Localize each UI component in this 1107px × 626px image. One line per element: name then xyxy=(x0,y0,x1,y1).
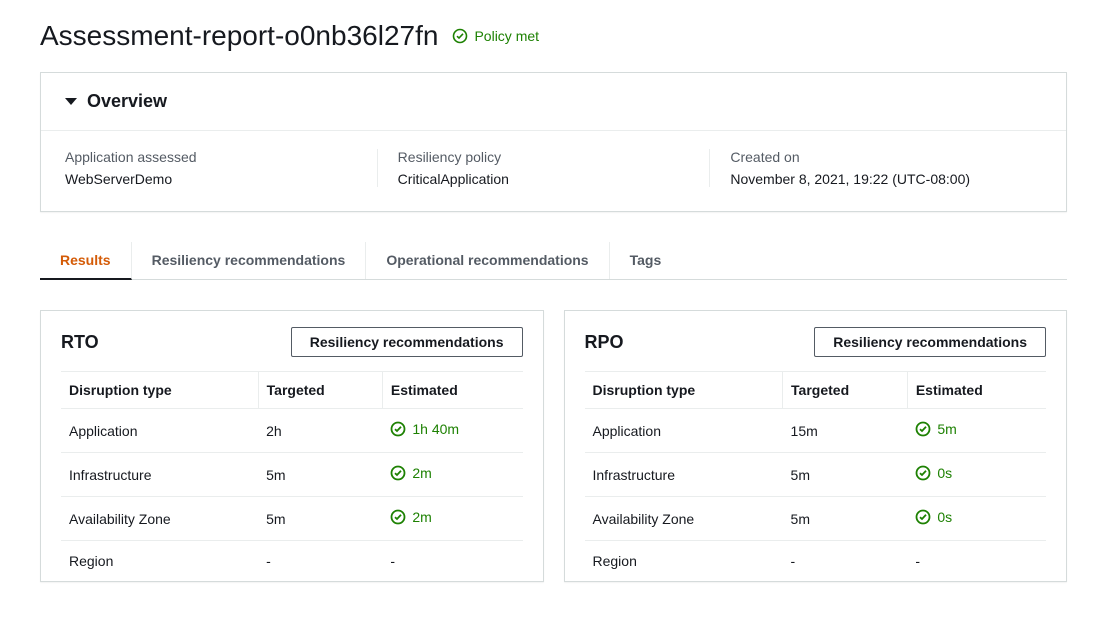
overview-label: Resiliency policy xyxy=(398,149,690,165)
col-targeted: Targeted xyxy=(783,372,908,409)
rpo-recommendations-button[interactable]: Resiliency recommendations xyxy=(814,327,1046,357)
overview-field-created: Created on November 8, 2021, 19:22 (UTC-… xyxy=(730,149,1042,187)
cell-targeted: 5m xyxy=(783,497,908,541)
tab-results[interactable]: Results xyxy=(40,242,132,280)
overview-title: Overview xyxy=(87,91,167,112)
cell-type: Application xyxy=(61,409,258,453)
cell-estimated: 5m xyxy=(907,409,1046,453)
rto-table: Disruption type Targeted Estimated Appli… xyxy=(61,371,523,581)
title-row: Assessment-report-o0nb36l27fn Policy met xyxy=(40,20,1067,52)
table-row: Infrastructure 5m 2m xyxy=(61,453,523,497)
cell-targeted: 2h xyxy=(258,409,382,453)
cell-estimated-value: 1h 40m xyxy=(412,421,459,437)
table-row: Infrastructure 5m 0s xyxy=(585,453,1047,497)
tab-operational-recommendations[interactable]: Operational recommendations xyxy=(366,242,609,279)
overview-body: Application assessed WebServerDemo Resil… xyxy=(41,131,1066,211)
col-disruption-type: Disruption type xyxy=(61,372,258,409)
table-row: Region - - xyxy=(61,541,523,582)
cell-estimated: - xyxy=(907,541,1046,582)
cell-estimated: 0s xyxy=(907,453,1046,497)
check-circle-icon xyxy=(915,509,931,525)
overview-field-policy: Resiliency policy CriticalApplication xyxy=(398,149,711,187)
col-estimated: Estimated xyxy=(907,372,1046,409)
caret-down-icon xyxy=(65,98,77,105)
overview-field-application: Application assessed WebServerDemo xyxy=(65,149,378,187)
cell-type: Availability Zone xyxy=(61,497,258,541)
cell-type: Region xyxy=(585,541,783,582)
table-row: Region - - xyxy=(585,541,1047,582)
rpo-panel-header: RPO Resiliency recommendations xyxy=(585,327,1047,357)
cell-targeted: 5m xyxy=(783,453,908,497)
cell-targeted: 5m xyxy=(258,497,382,541)
check-circle-icon xyxy=(390,509,406,525)
cell-estimated: - xyxy=(382,541,522,582)
table-row: Availability Zone 5m 2m xyxy=(61,497,523,541)
cell-estimated-value: 0s xyxy=(937,465,952,481)
overview-value: November 8, 2021, 19:22 (UTC-08:00) xyxy=(730,171,1022,187)
rpo-table: Disruption type Targeted Estimated Appli… xyxy=(585,371,1047,581)
overview-label: Created on xyxy=(730,149,1022,165)
cell-estimated: 0s xyxy=(907,497,1046,541)
cell-estimated: 1h 40m xyxy=(382,409,522,453)
table-row: Application 2h 1h 40m xyxy=(61,409,523,453)
cell-type: Infrastructure xyxy=(61,453,258,497)
results-panels: RTO Resiliency recommendations Disruptio… xyxy=(40,310,1067,582)
check-circle-icon xyxy=(915,465,931,481)
cell-estimated-value: 2m xyxy=(412,465,431,481)
cell-estimated: 2m xyxy=(382,497,522,541)
rto-recommendations-button[interactable]: Resiliency recommendations xyxy=(291,327,523,357)
col-estimated: Estimated xyxy=(382,372,522,409)
cell-type: Application xyxy=(585,409,783,453)
cell-type: Availability Zone xyxy=(585,497,783,541)
page-title: Assessment-report-o0nb36l27fn xyxy=(40,20,438,52)
rto-panel-header: RTO Resiliency recommendations xyxy=(61,327,523,357)
assessment-report-page: Assessment-report-o0nb36l27fn Policy met… xyxy=(0,0,1107,602)
check-circle-icon xyxy=(915,421,931,437)
overview-label: Application assessed xyxy=(65,149,357,165)
tabs: Results Resiliency recommendations Opera… xyxy=(40,242,1067,280)
overview-header[interactable]: Overview xyxy=(41,73,1066,131)
policy-status: Policy met xyxy=(452,28,539,44)
cell-targeted: 15m xyxy=(783,409,908,453)
cell-targeted: - xyxy=(783,541,908,582)
rpo-panel: RPO Resiliency recommendations Disruptio… xyxy=(564,310,1068,582)
rto-title: RTO xyxy=(61,332,99,353)
overview-value: CriticalApplication xyxy=(398,171,690,187)
cell-targeted: 5m xyxy=(258,453,382,497)
rpo-title: RPO xyxy=(585,332,624,353)
cell-estimated-value: 5m xyxy=(937,421,956,437)
rto-panel: RTO Resiliency recommendations Disruptio… xyxy=(40,310,544,582)
policy-status-text: Policy met xyxy=(474,28,539,44)
cell-estimated-value: 0s xyxy=(937,509,952,525)
tab-tags[interactable]: Tags xyxy=(610,242,682,279)
cell-estimated-value: 2m xyxy=(412,509,431,525)
check-circle-icon xyxy=(390,465,406,481)
check-circle-icon xyxy=(390,421,406,437)
cell-targeted: - xyxy=(258,541,382,582)
cell-estimated: 2m xyxy=(382,453,522,497)
tab-resiliency-recommendations[interactable]: Resiliency recommendations xyxy=(132,242,367,279)
overview-value: WebServerDemo xyxy=(65,171,357,187)
overview-card: Overview Application assessed WebServerD… xyxy=(40,72,1067,212)
table-row: Application 15m 5m xyxy=(585,409,1047,453)
table-row: Availability Zone 5m 0s xyxy=(585,497,1047,541)
cell-type: Infrastructure xyxy=(585,453,783,497)
cell-type: Region xyxy=(61,541,258,582)
check-circle-icon xyxy=(452,28,468,44)
col-targeted: Targeted xyxy=(258,372,382,409)
col-disruption-type: Disruption type xyxy=(585,372,783,409)
